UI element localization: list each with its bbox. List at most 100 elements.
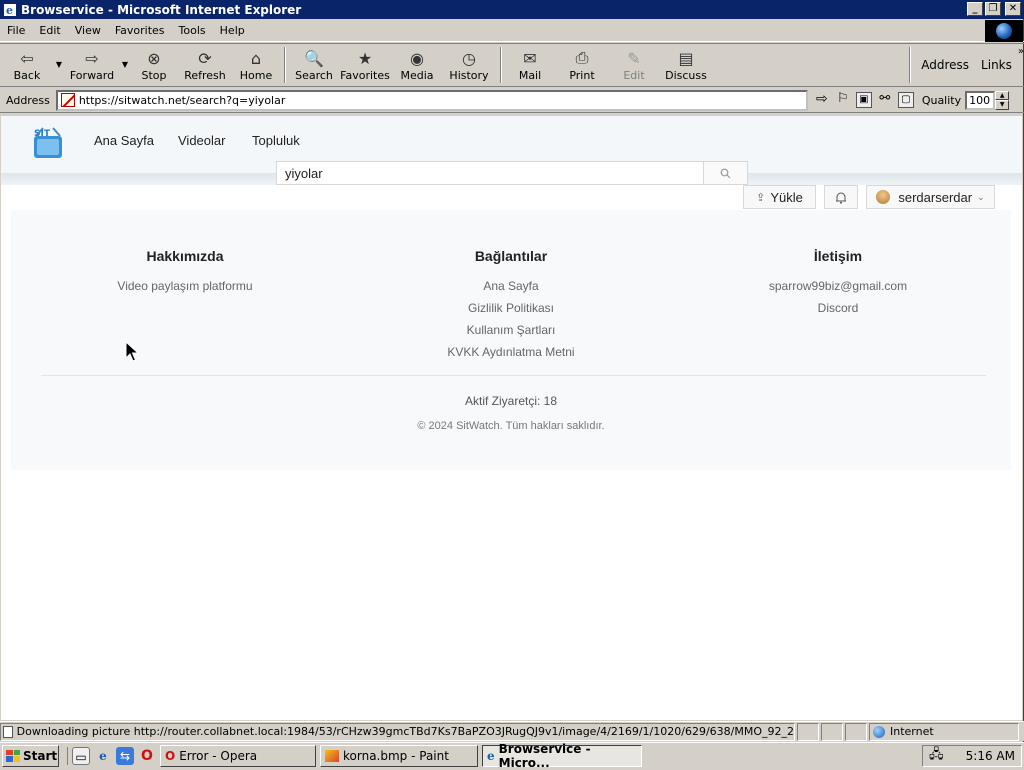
address-input[interactable]: https://sitwatch.net/search?q=yiyolar: [55, 89, 808, 111]
mail-label: Mail: [518, 69, 542, 82]
close-button[interactable]: ✕: [1005, 2, 1021, 16]
find-binoculars-icon[interactable]: ⚯: [877, 92, 893, 108]
menu-edit[interactable]: Edit: [32, 24, 67, 37]
quality-spinner[interactable]: ▲ ▼: [995, 90, 1010, 110]
contact-discord[interactable]: Discord: [738, 297, 938, 319]
favorites-button[interactable]: ★ Favorites: [338, 44, 392, 86]
footer-contact: İletişim sparrow99biz@gmail.com Discord: [738, 210, 938, 319]
nav-home[interactable]: Ana Sayfa: [94, 133, 154, 148]
show-desktop-icon[interactable]: ▭: [72, 746, 90, 765]
tray-network-icon[interactable]: 🖧: [929, 745, 944, 767]
search-label: Search: [295, 69, 333, 82]
footer-divider: [41, 375, 986, 376]
site-search-button[interactable]: [703, 162, 747, 184]
home-button[interactable]: ⌂ Home: [232, 44, 280, 86]
footer-link-privacy[interactable]: Gizlilik Politikası: [411, 297, 611, 319]
internet-globe-icon: [873, 725, 885, 738]
menu-favorites[interactable]: Favorites: [108, 24, 172, 37]
forward-dropdown-icon[interactable]: ▼: [120, 44, 130, 69]
clipboard-icon[interactable]: ▢: [897, 92, 914, 108]
spin-up-icon[interactable]: ▲: [995, 90, 1010, 100]
back-button[interactable]: ⇦ Back: [0, 44, 54, 86]
contact-email[interactable]: sparrow99biz@gmail.com: [738, 275, 938, 297]
active-visitors: Aktif Ziyaretçi: 18: [464, 394, 558, 408]
task-paint[interactable]: korna.bmp - Paint: [320, 744, 478, 767]
forward-button[interactable]: ⇨ Forward: [64, 44, 120, 86]
start-button[interactable]: Start: [2, 744, 59, 767]
user-menu-button[interactable]: serdarserdar ⌄: [866, 185, 995, 209]
chevron-more-icon[interactable]: »: [1018, 44, 1024, 57]
quick-launch: ▭ e ⇆ O: [67, 746, 156, 765]
page-icon[interactable]: ▣: [855, 92, 872, 108]
system-tray: 🖧 5:16 AM: [922, 745, 1022, 767]
insecure-page-icon: [60, 93, 75, 107]
back-arrow-icon: ⇦: [20, 48, 34, 68]
media-label: Media: [400, 69, 434, 82]
stop-label: Stop: [141, 69, 167, 82]
history-button[interactable]: ◷ History: [442, 44, 496, 86]
quality-control: Quality 100 ▲ ▼: [921, 90, 1010, 110]
spin-down-icon[interactable]: ▼: [995, 100, 1010, 110]
media-button[interactable]: ◉ Media: [392, 44, 442, 86]
address-toolbar-label[interactable]: Address: [915, 58, 975, 72]
edit-button[interactable]: ✎ Edit: [610, 44, 658, 86]
stop-button[interactable]: ⊗ Stop: [130, 44, 178, 86]
refresh-button[interactable]: ⟳ Refresh: [178, 44, 232, 86]
media-icon: ◉: [410, 48, 424, 68]
nav-community[interactable]: Topluluk: [252, 133, 300, 148]
quality-label: Quality: [921, 93, 962, 107]
mail-button[interactable]: ✉ Mail: [506, 44, 554, 86]
status-cell: [797, 722, 819, 741]
go-arrow-icon[interactable]: ⇨: [814, 92, 830, 108]
upload-icon: ⇪: [756, 191, 766, 204]
ie-launch-icon[interactable]: e: [94, 747, 112, 765]
copyright: © 2024 SitWatch. Tüm hakları saklıdır.: [417, 420, 605, 432]
network-icon[interactable]: ⇆: [116, 746, 134, 765]
menu-file[interactable]: File: [0, 24, 32, 37]
toolbar-separator: [909, 47, 912, 83]
paint-icon: [325, 749, 339, 762]
status-bar: Downloading picture http://router.collab…: [0, 721, 1024, 741]
print-button[interactable]: ⎙ Print: [554, 44, 610, 86]
search-button[interactable]: 🔍 Search: [290, 44, 338, 86]
minimize-button[interactable]: _: [967, 2, 983, 16]
toolbar-separator: [284, 47, 286, 83]
page-loading-icon: [3, 725, 13, 738]
bell-icon: [836, 192, 846, 204]
start-label: Start: [23, 748, 58, 763]
menu-tools[interactable]: Tools: [172, 24, 213, 37]
site-search-input[interactable]: yiyolar: [277, 166, 703, 181]
menu-view[interactable]: View: [68, 24, 108, 37]
history-label: History: [449, 69, 489, 82]
quality-input[interactable]: 100: [965, 90, 996, 110]
mouse-cursor-icon: [125, 341, 139, 362]
task-opera-label: Error - Opera: [179, 748, 258, 763]
notifications-button[interactable]: [824, 185, 858, 209]
windows-logo: [985, 20, 1023, 42]
title-bar[interactable]: e Browservice - Microsoft Internet Explo…: [0, 0, 1024, 19]
sitwatch-logo[interactable]: SIT: [31, 124, 65, 160]
site-search: yiyolar: [276, 161, 748, 185]
svg-text:e: e: [6, 4, 13, 17]
edit-icon: ✎: [627, 48, 641, 68]
ie-window: e Browservice - Microsoft Internet Explo…: [0, 0, 1024, 742]
maximize-button[interactable]: ❐: [985, 2, 1001, 16]
footer-link-home[interactable]: Ana Sayfa: [411, 275, 611, 297]
ie-icon: e: [487, 748, 495, 763]
nav-videos[interactable]: Videolar: [178, 133, 225, 148]
opera-icon: O: [165, 748, 176, 763]
discuss-icon: ▤: [678, 48, 694, 68]
bookmark-icon[interactable]: ⚐: [835, 92, 851, 108]
opera-icon[interactable]: O: [138, 747, 156, 765]
discuss-label: Discuss: [665, 69, 707, 82]
history-icon: ◷: [462, 48, 476, 68]
footer-link-kvkk[interactable]: KVKK Aydınlatma Metni: [411, 341, 611, 363]
task-browservice[interactable]: e Browservice - Micro...: [482, 742, 642, 770]
footer-link-terms[interactable]: Kullanım Şartları: [411, 319, 611, 341]
back-dropdown-icon[interactable]: ▼: [54, 44, 64, 69]
upload-button[interactable]: ⇪ Yükle: [743, 185, 816, 209]
task-opera[interactable]: O Error - Opera: [160, 744, 316, 767]
discuss-button[interactable]: ▤ Discuss: [658, 44, 714, 86]
menu-help[interactable]: Help: [213, 24, 252, 37]
links-toolbar-label[interactable]: Links: [975, 58, 1018, 72]
